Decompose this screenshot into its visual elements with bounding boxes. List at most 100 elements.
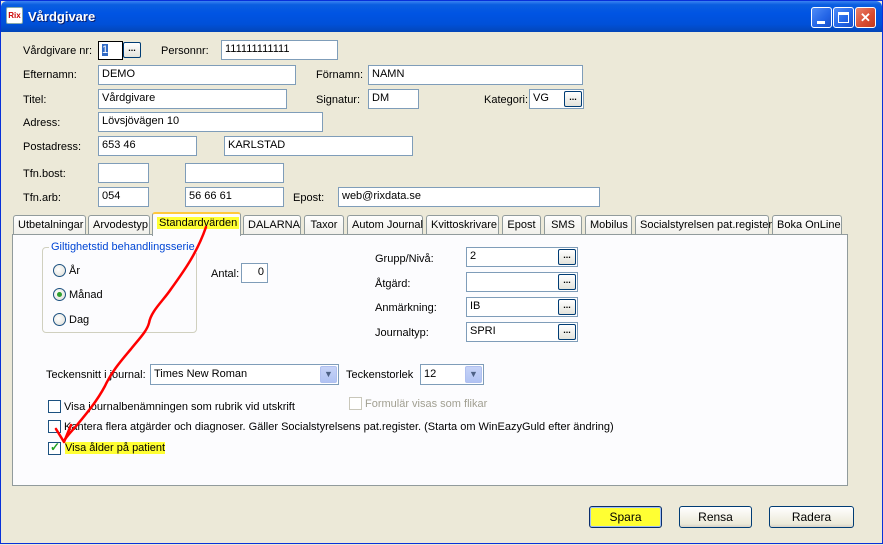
adress-label: Adress: xyxy=(23,117,61,129)
tab-boka-online[interactable]: Boka OnLine xyxy=(772,215,842,235)
anmarkning-lookup-button[interactable]: ... xyxy=(558,299,576,315)
tfn-bost-label: Tfn.bost: xyxy=(23,168,66,180)
radio-dag-label: Dag xyxy=(69,314,90,326)
antal-label: Antal: xyxy=(211,268,240,280)
atgard-label: Åtgärd: xyxy=(375,278,411,290)
tfn-arb-area-field[interactable]: 054 xyxy=(98,187,149,207)
giltighetstid-title: Giltighetstid behandlingsserie xyxy=(49,241,197,253)
tab-arvodestyp[interactable]: Arvodestyp xyxy=(88,215,150,235)
kategori-label: Kategori: xyxy=(484,94,529,106)
tab-label: Epost xyxy=(507,219,536,231)
vardgivare-nr-label: Vårdgivare nr: xyxy=(23,45,93,57)
efternamn-label: Efternamn: xyxy=(23,69,77,81)
efternamn-field[interactable]: DEMO xyxy=(98,65,296,85)
grupp-label: Grupp/Nivå: xyxy=(375,253,434,265)
epost-field[interactable]: web@rixdata.se xyxy=(338,187,600,207)
vardgivare-window: Rix Vårdgivare ✕ Vårdgivare nr: 1 ... Pe… xyxy=(0,0,883,544)
signatur-field[interactable]: DM xyxy=(368,89,419,109)
size-dropdown-value: 12 xyxy=(424,368,437,380)
postadress-label: Postadress: xyxy=(23,141,82,153)
ort-field[interactable]: KARLSTAD xyxy=(224,136,413,156)
tab-epost[interactable]: Epost xyxy=(502,215,541,235)
check-flikar-label: Formulär visas som flikar xyxy=(365,398,488,410)
titel-label: Titel: xyxy=(23,94,47,106)
vardgivare-nr-value: 1 xyxy=(102,44,109,56)
tab-sms[interactable]: SMS xyxy=(544,215,582,235)
radera-button[interactable]: Radera xyxy=(769,506,854,528)
size-label: Teckenstorlek xyxy=(346,369,414,381)
titel-field[interactable]: Vårdgivare xyxy=(98,89,287,109)
tab-standardvarden[interactable]: Standardvärden xyxy=(152,212,241,236)
tab-dalarna[interactable]: DALARNA xyxy=(243,215,301,235)
tab-label: Taxor xyxy=(310,219,338,231)
window-title: Vårdgivare xyxy=(28,9,96,24)
adress-field[interactable]: Lövsjövägen 10 xyxy=(98,112,323,132)
anmarkning-label: Anmärkning: xyxy=(375,302,437,314)
check-flera[interactable] xyxy=(48,420,61,433)
tab-label: Boka OnLine xyxy=(777,219,841,231)
fornamn-label: Förnamn: xyxy=(316,69,364,81)
tab-label: DALARNA xyxy=(248,219,300,231)
vardgivare-nr-field[interactable]: 1 xyxy=(98,41,123,60)
tab-mobilus[interactable]: Mobilus xyxy=(585,215,632,235)
tab-socialstyrelsen[interactable]: Socialstyrelsen pat.register xyxy=(635,215,773,235)
tab-kvittoskrivare[interactable]: Kvittoskrivare xyxy=(426,215,499,235)
vardgivare-lookup-button[interactable]: ... xyxy=(123,42,141,58)
tab-label: Autom Journal xyxy=(352,219,423,231)
personnr-field[interactable]: 111111111111 xyxy=(221,40,338,60)
tab-taxor[interactable]: Taxor xyxy=(304,215,344,235)
tfn-bost-number-field[interactable] xyxy=(185,163,284,183)
tab-autom-journal[interactable]: Autom Journal xyxy=(347,215,423,235)
close-button[interactable]: ✕ xyxy=(855,7,876,28)
maximize-button[interactable] xyxy=(833,7,854,28)
journaltyp-lookup-button[interactable]: ... xyxy=(558,324,576,340)
check-alder-label: Visa ålder på patient xyxy=(63,441,167,455)
postnr-field[interactable]: 653 46 xyxy=(98,136,197,156)
radio-dag[interactable] xyxy=(53,313,66,326)
signatur-label: Signatur: xyxy=(316,94,361,106)
close-icon: ✕ xyxy=(860,10,871,25)
tab-label: Socialstyrelsen pat.register xyxy=(640,219,773,231)
tab-label: Arvodestyp xyxy=(93,219,149,231)
tfn-arb-label: Tfn.arb: xyxy=(23,192,61,204)
check-alder[interactable] xyxy=(48,440,61,455)
tab-utbetalningar[interactable]: Utbetalningar xyxy=(13,215,86,235)
minimize-button[interactable] xyxy=(811,7,832,28)
size-dropdown[interactable]: 12 ▼ xyxy=(420,364,484,385)
spara-button[interactable]: Spara xyxy=(589,506,662,528)
personnr-label: Personnr: xyxy=(161,45,209,57)
atgard-lookup-button[interactable]: ... xyxy=(558,274,576,290)
check-alder-text: Visa ålder på patient xyxy=(65,442,166,454)
font-dropdown[interactable]: Times New Roman ▼ xyxy=(150,364,339,385)
antal-field[interactable]: 0 xyxy=(241,263,268,283)
grupp-lookup-button[interactable]: ... xyxy=(558,249,576,265)
tab-label: Utbetalningar xyxy=(18,219,84,231)
fornamn-field[interactable]: NAMN xyxy=(368,65,583,85)
check-rubrik[interactable] xyxy=(48,400,61,413)
tfn-bost-area-field[interactable] xyxy=(98,163,149,183)
title-bar[interactable]: Rix Vårdgivare ✕ xyxy=(1,1,882,32)
epost-label: Epost: xyxy=(293,192,325,204)
app-logo-icon: Rix xyxy=(6,7,23,24)
rensa-button[interactable]: Rensa xyxy=(679,506,752,528)
check-rubrik-label: Visa journalbenämningen som rubrik vid u… xyxy=(64,401,295,413)
radio-manad-label: Månad xyxy=(69,289,103,301)
radio-ar[interactable] xyxy=(53,264,66,277)
tfn-arb-number-field[interactable]: 56 66 61 xyxy=(185,187,284,207)
chevron-down-icon[interactable]: ▼ xyxy=(320,366,337,383)
maximize-icon xyxy=(838,12,849,23)
radio-manad[interactable] xyxy=(53,288,66,301)
radio-ar-label: År xyxy=(69,265,80,277)
check-flera-label: Kantera flera atgärder och diagnoser. Gä… xyxy=(64,421,614,433)
font-dropdown-value: Times New Roman xyxy=(154,368,248,380)
tab-label: Standardvärden xyxy=(157,217,240,229)
journaltyp-label: Journaltyp: xyxy=(375,327,429,339)
kategori-lookup-button[interactable]: ... xyxy=(564,91,582,107)
minimize-icon xyxy=(817,21,825,24)
tab-label: Mobilus xyxy=(590,219,628,231)
tab-label: SMS xyxy=(551,219,575,231)
tab-label: Kvittoskrivare xyxy=(431,219,498,231)
check-flikar[interactable] xyxy=(349,397,362,410)
chevron-down-icon[interactable]: ▼ xyxy=(465,366,482,383)
font-label: Teckensnitt i journal: xyxy=(46,369,146,381)
